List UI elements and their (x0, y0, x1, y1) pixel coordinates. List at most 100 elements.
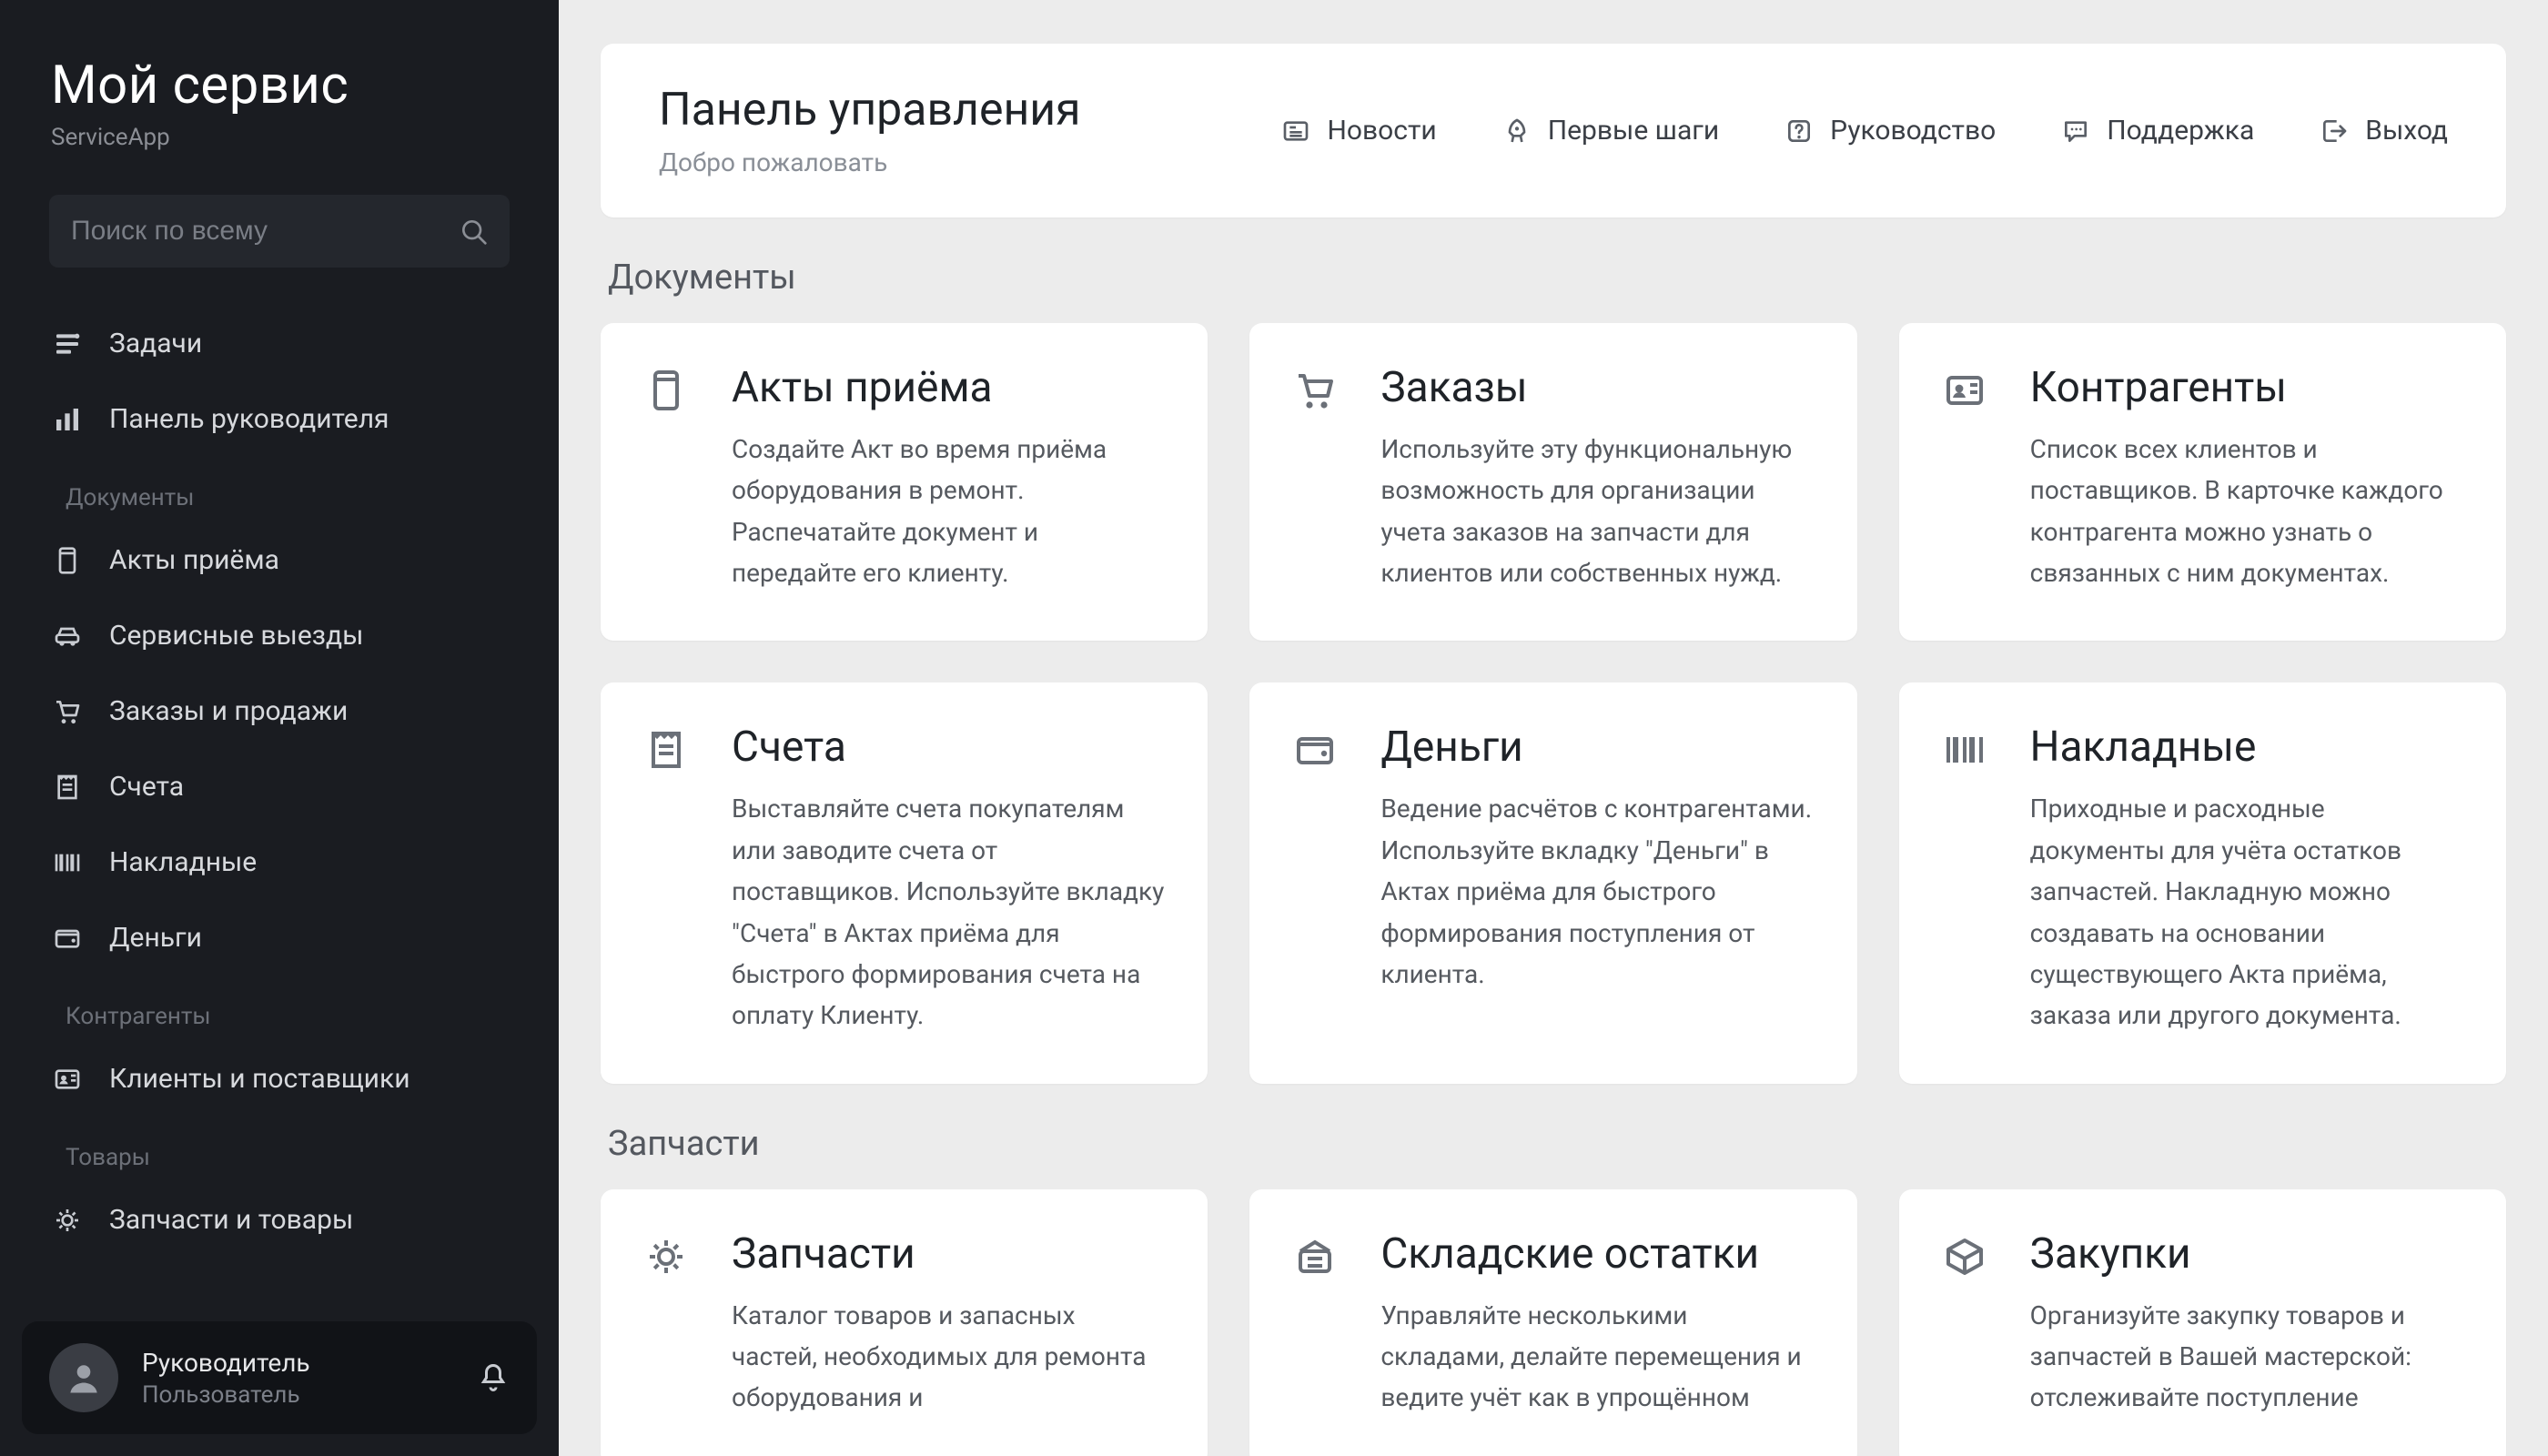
sidebar-item-label: Деньги (109, 922, 202, 954)
sidebar-item-service-visits[interactable]: Сервисные выезды (0, 598, 559, 673)
top-action-label: Выход (2365, 115, 2448, 147)
bell-icon[interactable] (477, 1361, 510, 1394)
barcode-icon (1943, 723, 1994, 1036)
card-parts[interactable]: Запчасти Каталог товаров и запасных част… (601, 1189, 1208, 1456)
sidebar-item-label: Запчасти и товары (109, 1204, 353, 1236)
cart-icon (1293, 363, 1344, 593)
top-action-label: Руководство (1830, 115, 1996, 147)
sidebar-item-orders-sales[interactable]: Заказы и продажи (0, 673, 559, 749)
sidebar-item-label: Задачи (109, 328, 202, 359)
sidebar-group-documents: Документы (0, 457, 559, 522)
box-icon (1943, 1229, 1994, 1419)
sidebar-item-acts[interactable]: Акты приёма (0, 522, 559, 598)
card-desc: Список всех клиентов и поставщиков. В ка… (2030, 429, 2462, 593)
top-actions: Новости Первые шаги Руководство Поддержк… (1281, 115, 2448, 147)
sidebar-group-counterparties: Контрагенты (0, 976, 559, 1041)
card-waybills[interactable]: Накладные Приходные и расходные документ… (1899, 682, 2506, 1083)
brand: Мой сервис ServiceApp (0, 55, 559, 195)
barcode-icon (51, 848, 84, 877)
top-action-label: Новости (1327, 115, 1436, 147)
card-orders[interactable]: Заказы Используйте эту функциональную во… (1249, 323, 1856, 641)
contacts-icon (1943, 363, 1994, 593)
section-title-documents: Документы (608, 258, 2499, 298)
sidebar-item-label: Панель руководителя (109, 403, 389, 435)
parts-icon (51, 1206, 84, 1235)
card-title: Счета (732, 723, 1164, 772)
cards-documents: Акты приёма Создайте Акт во время приёма… (601, 323, 2506, 1084)
contacts-icon (51, 1065, 84, 1094)
sidebar-item-parts-goods[interactable]: Запчасти и товары (0, 1182, 559, 1258)
sidebar-item-waybills[interactable]: Накладные (0, 824, 559, 900)
rocket-icon (1502, 116, 1532, 146)
car-icon (51, 622, 84, 651)
card-desc: Выставляйте счета покупателям или заводи… (732, 788, 1164, 1036)
section-title-parts: Запчасти (608, 1124, 2499, 1164)
user-pill[interactable]: Руководитель Пользователь (22, 1321, 537, 1434)
sidebar: Мой сервис ServiceApp Задачи Панель руко… (0, 0, 559, 1456)
sidebar-group-goods: Товары (0, 1117, 559, 1182)
brand-subtitle: ServiceApp (51, 124, 508, 151)
search-input[interactable] (71, 216, 459, 247)
cards-parts: Запчасти Каталог товаров и запасных част… (601, 1189, 2506, 1456)
top-action-guide[interactable]: Руководство (1785, 115, 1996, 147)
top-action-logout[interactable]: Выход (2320, 115, 2448, 147)
card-desc: Создайте Акт во время приёма оборудовани… (732, 429, 1164, 593)
card-title: Складские остатки (1380, 1229, 1813, 1279)
card-desc: Организуйте закупку товаров и запчастей … (2030, 1295, 2462, 1419)
top-action-news[interactable]: Новости (1281, 115, 1436, 147)
help-icon (1785, 116, 1814, 146)
chat-icon (2061, 116, 2090, 146)
cart-icon (51, 697, 84, 726)
card-counterparties[interactable]: Контрагенты Список всех клиентов и поста… (1899, 323, 2506, 641)
sidebar-item-tasks[interactable]: Задачи (0, 306, 559, 381)
page-subtitle: Добро пожаловать (659, 147, 1081, 177)
brand-title: Мой сервис (51, 55, 508, 116)
sidebar-item-money[interactable]: Деньги (0, 900, 559, 976)
top-action-label: Поддержка (2107, 115, 2254, 147)
card-invoices[interactable]: Счета Выставляйте счета покупателям или … (601, 682, 1208, 1083)
topbar: Панель управления Добро пожаловать Новос… (601, 44, 2506, 217)
news-icon (1281, 116, 1310, 146)
sidebar-item-label: Счета (109, 771, 184, 803)
sidebar-item-label: Заказы и продажи (109, 695, 348, 727)
avatar (49, 1343, 118, 1412)
card-acts[interactable]: Акты приёма Создайте Акт во время приёма… (601, 323, 1208, 641)
card-title: Закупки (2030, 1229, 2462, 1279)
device-icon (644, 363, 695, 593)
search[interactable] (49, 195, 510, 268)
card-money[interactable]: Деньги Ведение расчётов с контрагентами.… (1249, 682, 1856, 1083)
parts-icon (644, 1229, 695, 1419)
card-stock[interactable]: Складские остатки Управляйте несколькими… (1249, 1189, 1856, 1456)
sidebar-item-label: Сервисные выезды (109, 620, 363, 652)
card-title: Заказы (1380, 363, 1813, 412)
main: Панель управления Добро пожаловать Новос… (559, 0, 2548, 1456)
page-title: Панель управления (659, 84, 1081, 136)
sidebar-item-clients-suppliers[interactable]: Клиенты и поставщики (0, 1041, 559, 1117)
user-meta: Руководитель Пользователь (142, 1348, 453, 1409)
receipt-icon (644, 723, 695, 1036)
sidebar-item-label: Клиенты и поставщики (109, 1063, 410, 1095)
receipt-icon (51, 773, 84, 802)
stock-icon (1293, 1229, 1344, 1419)
dashboard-icon (51, 405, 84, 434)
top-action-label: Первые шаги (1548, 115, 1719, 147)
sidebar-item-invoices[interactable]: Счета (0, 749, 559, 824)
sidebar-nav: Задачи Панель руководителя Документы Акт… (0, 306, 559, 1456)
wallet-icon (51, 924, 84, 953)
card-desc: Приходные и расходные документы для учёт… (2030, 788, 2462, 1036)
user-name: Руководитель (142, 1348, 453, 1378)
top-action-first-steps[interactable]: Первые шаги (1502, 115, 1719, 147)
top-action-support[interactable]: Поддержка (2061, 115, 2254, 147)
card-title: Запчасти (732, 1229, 1164, 1279)
card-title: Акты приёма (732, 363, 1164, 412)
logout-icon (2320, 116, 2349, 146)
sidebar-item-manager-dashboard[interactable]: Панель руководителя (0, 381, 559, 457)
device-icon (51, 546, 84, 575)
card-desc: Управляйте несколькими складами, делайте… (1380, 1295, 1813, 1419)
user-role: Пользователь (142, 1381, 453, 1409)
card-title: Накладные (2030, 723, 2462, 772)
search-icon (459, 217, 488, 246)
card-purchases[interactable]: Закупки Организуйте закупку товаров и за… (1899, 1189, 2506, 1456)
card-desc: Используйте эту функциональную возможнос… (1380, 429, 1813, 593)
card-title: Контрагенты (2030, 363, 2462, 412)
